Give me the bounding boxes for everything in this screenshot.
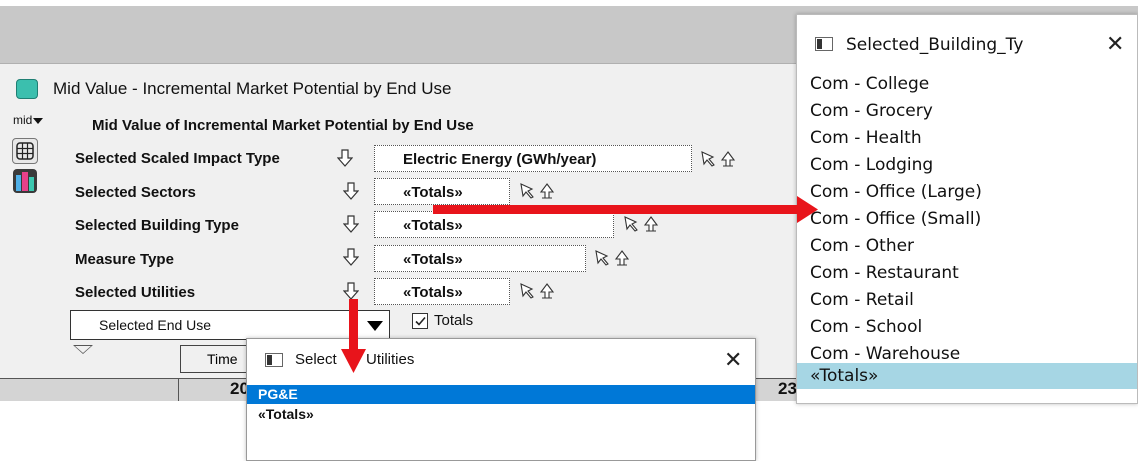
totals-checkbox[interactable] <box>412 313 428 329</box>
screenshot: Mid Value - Incremental Market Potential… <box>0 0 1138 461</box>
grid-divider <box>178 378 179 401</box>
expand-triangle-icon[interactable] <box>73 345 93 354</box>
building-list-item[interactable]: «Totals» <box>797 363 1137 389</box>
prev-value-icon[interactable] <box>594 249 610 267</box>
next-value-icon[interactable] <box>720 150 736 168</box>
utilities-list-item[interactable]: «Totals» <box>247 405 755 424</box>
scaled-impact-type-select[interactable]: Electric Energy (GWh/year) <box>374 145 692 172</box>
select-value: «Totals» <box>403 251 463 268</box>
down-arrow-icon[interactable] <box>343 282 359 300</box>
next-value-icon[interactable] <box>614 249 630 267</box>
prev-value-icon[interactable] <box>623 215 639 233</box>
end-use-dropdown[interactable]: Selected End Use <box>70 310 390 340</box>
window-title: Mid Value - Incremental Market Potential… <box>53 79 452 98</box>
utilities-popup: Select Utilities ✕ PG&E «Totals» <box>246 338 756 461</box>
building-list-item[interactable]: Com - Health <box>797 125 1137 151</box>
building-list-item[interactable]: Com - College <box>797 71 1137 97</box>
utilities-select[interactable]: «Totals» <box>374 278 510 305</box>
next-value-icon[interactable] <box>539 282 555 300</box>
close-icon[interactable]: ✕ <box>1106 33 1124 55</box>
graph-view-button[interactable] <box>12 168 38 194</box>
window-app-icon <box>16 79 38 99</box>
select-value: «Totals» <box>403 217 463 234</box>
down-arrow-icon[interactable] <box>343 182 359 200</box>
row-label-utilities: Selected Utilities <box>75 284 196 301</box>
down-arrow-icon[interactable] <box>343 248 359 266</box>
utilities-popup-titlebar: Select Utilities ✕ <box>247 339 755 383</box>
prev-value-icon[interactable] <box>519 182 535 200</box>
building-type-popup: Selected_Building_Ty ✕ Com - College Com… <box>796 14 1138 404</box>
building-list-item[interactable]: Com - Restaurant <box>797 260 1137 286</box>
building-type-select[interactable]: «Totals» <box>374 211 614 238</box>
close-icon[interactable]: ✕ <box>724 349 742 371</box>
grid-year-partial: 23 <box>778 379 797 398</box>
mid-menu-label: mid <box>13 113 33 127</box>
sectors-select[interactable]: «Totals» <box>374 178 510 205</box>
window-icon <box>265 353 283 367</box>
building-list-item[interactable]: Com - Office (Small) <box>797 206 1137 232</box>
caret-down-icon <box>33 117 44 124</box>
chart-icon <box>13 169 37 193</box>
select-value: Electric Energy (GWh/year) <box>403 151 597 168</box>
utilities-popup-title-left: Select <box>295 351 337 368</box>
next-value-icon[interactable] <box>643 215 659 233</box>
row-label-sectors: Selected Sectors <box>75 184 196 201</box>
utilities-list-item[interactable]: PG&E <box>247 385 755 404</box>
time-button-label: Time <box>207 351 238 367</box>
building-list-item[interactable]: Com - Grocery <box>797 98 1137 124</box>
checkmark-icon <box>415 316 426 326</box>
down-arrow-icon[interactable] <box>343 215 359 233</box>
row-label-measure-type: Measure Type <box>75 251 174 268</box>
measure-type-select[interactable]: «Totals» <box>374 245 586 272</box>
table-view-button[interactable] <box>12 138 38 164</box>
mid-menu-button[interactable]: mid <box>13 113 44 129</box>
row-label-building-type: Selected Building Type <box>75 217 239 234</box>
building-list-item[interactable]: Com - Lodging <box>797 152 1137 178</box>
module-heading: Mid Value of Incremental Market Potentia… <box>92 117 474 134</box>
window-icon <box>815 37 833 51</box>
building-list-item[interactable]: Com - School <box>797 314 1137 340</box>
row-label-scaled-impact: Selected Scaled Impact Type <box>75 150 280 167</box>
next-value-icon[interactable] <box>539 182 555 200</box>
grid-icon <box>16 142 34 160</box>
building-popup-title: Selected_Building_Ty <box>846 35 1024 55</box>
select-value: «Totals» <box>403 184 463 201</box>
building-list-item[interactable]: Com - Office (Large) <box>797 179 1137 205</box>
dropdown-caret-icon <box>367 321 383 331</box>
building-list-item[interactable]: Com - Other <box>797 233 1137 259</box>
select-value: «Totals» <box>403 284 463 301</box>
prev-value-icon[interactable] <box>700 150 716 168</box>
prev-value-icon[interactable] <box>519 282 535 300</box>
end-use-dropdown-label: Selected End Use <box>99 317 212 333</box>
utilities-popup-title-right: Utilities <box>366 351 415 368</box>
building-list-item[interactable]: Com - Retail <box>797 287 1137 313</box>
down-arrow-icon[interactable] <box>337 149 353 167</box>
totals-checkbox-label: Totals <box>434 312 474 329</box>
